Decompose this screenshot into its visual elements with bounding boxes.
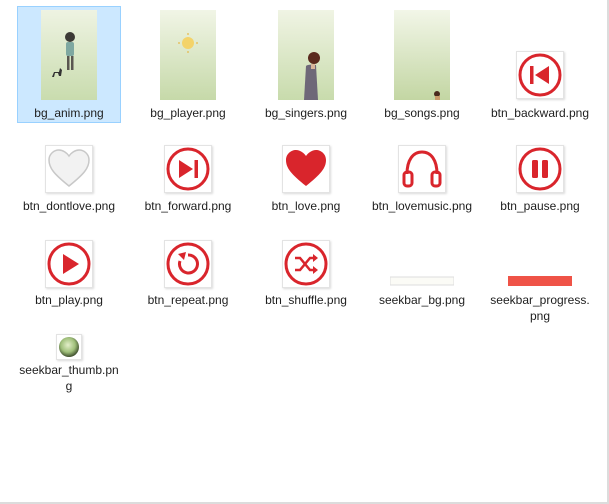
pause-icon <box>516 145 564 193</box>
forward-icon <box>164 145 212 193</box>
file-name: seekbar_progress.png <box>490 293 590 323</box>
repeat-icon <box>164 240 212 288</box>
headphones-icon <box>398 145 446 193</box>
file-name: btn_shuffle.png <box>265 293 347 307</box>
file-name: bg_player.png <box>150 106 226 120</box>
file-name: btn_backward.png <box>490 106 590 120</box>
file-list-pane: bg_anim.png bg_player.png bg_singers.png… <box>0 0 609 504</box>
file-name: btn_repeat.png <box>147 293 229 307</box>
file-item-seekbar-progress[interactable]: seekbar_progress.png <box>488 235 592 330</box>
file-name: btn_lovemusic.png <box>371 199 473 213</box>
file-item-bg-singers[interactable]: bg_singers.png <box>254 6 358 123</box>
red-heart-icon <box>282 145 330 193</box>
file-item-btn-dontlove[interactable]: btn_dontlove.png <box>17 140 121 235</box>
file-item-btn-backward[interactable]: btn_backward.png <box>488 6 592 141</box>
bg-anim-thumbnail <box>41 10 97 100</box>
file-item-bg-player[interactable]: bg_player.png <box>136 6 240 123</box>
file-item-btn-pause[interactable]: btn_pause.png <box>488 140 592 235</box>
file-item-seekbar-bg[interactable]: seekbar_bg.png <box>370 235 474 330</box>
seekbar-progress-thumbnail <box>508 276 572 286</box>
file-item-btn-forward[interactable]: btn_forward.png <box>136 140 240 235</box>
file-name: seekbar_thumb.png <box>19 363 119 393</box>
file-item-seekbar-thumb[interactable]: seekbar_thumb.png <box>17 330 121 400</box>
bg-player-thumbnail <box>160 10 216 100</box>
bg-songs-thumbnail <box>394 10 450 100</box>
file-item-bg-anim[interactable]: bg_anim.png <box>17 6 121 123</box>
file-name: btn_dontlove.png <box>22 199 116 213</box>
file-item-btn-repeat[interactable]: btn_repeat.png <box>136 235 240 315</box>
file-name: bg_songs.png <box>384 106 460 120</box>
file-name: btn_love.png <box>271 199 341 213</box>
bg-singers-thumbnail <box>278 10 334 100</box>
seekbar-thumb-icon <box>56 334 82 360</box>
seekbar-bg-thumbnail <box>390 276 454 286</box>
file-item-btn-play[interactable]: btn_play.png <box>17 235 121 315</box>
file-name: btn_pause.png <box>500 199 580 213</box>
play-icon <box>45 240 93 288</box>
file-item-btn-love[interactable]: btn_love.png <box>254 140 358 235</box>
file-item-btn-lovemusic[interactable]: btn_lovemusic.png <box>370 140 474 235</box>
file-item-bg-songs[interactable]: bg_songs.png <box>370 6 474 123</box>
file-name: btn_forward.png <box>144 199 232 213</box>
file-name: bg_anim.png <box>34 106 104 120</box>
gray-heart-icon <box>45 145 93 193</box>
backward-icon <box>516 51 564 99</box>
shuffle-icon <box>282 240 330 288</box>
file-name: seekbar_bg.png <box>378 293 466 307</box>
file-name: bg_singers.png <box>264 106 348 120</box>
file-name: btn_play.png <box>35 293 103 307</box>
file-item-btn-shuffle[interactable]: btn_shuffle.png <box>254 235 358 315</box>
